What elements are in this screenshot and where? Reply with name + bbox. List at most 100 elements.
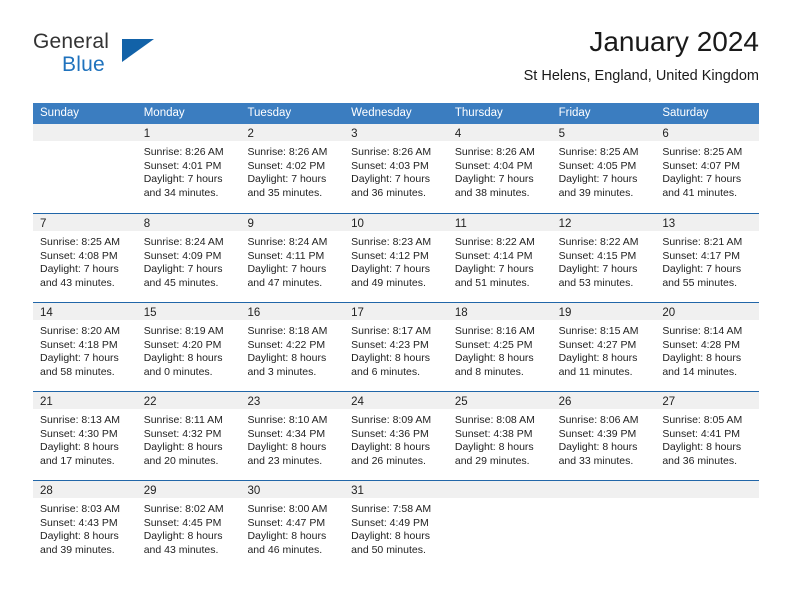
sunrise-text: Sunrise: 8:25 AM — [40, 236, 120, 248]
daylight-text-line1: Daylight: 8 hours — [558, 441, 638, 454]
daylight-text-line1: Daylight: 8 hours — [40, 530, 119, 543]
day-cell[interactable]: 30 Sunrise: 8:00 AM Sunset: 4:47 PM Dayligh… — [240, 481, 345, 569]
weekday-header-row: Sunday Monday Tuesday Wednesday Thursday… — [33, 103, 759, 124]
day-cell[interactable]: 28 Sunrise: 8:03 AM Sunset: 4:43 PM Dayligh… — [33, 481, 137, 569]
day-number: 24 — [351, 396, 364, 408]
day-cell[interactable]: 17 Sunrise: 8:17 AM Sunset: 4:23 PM Dayligh… — [344, 303, 448, 391]
daylight-text-line1: Daylight: 7 hours — [143, 173, 223, 186]
daylight-text-line2: and 55 minutes. — [662, 276, 738, 289]
general-blue-logo[interactable]: General Blue — [33, 30, 154, 82]
sunset-text: Sunset: 4:49 PM — [351, 516, 429, 529]
day-cell[interactable]: 13 Sunrise: 8:21 AM Sunset: 4:17 PM Dayligh… — [655, 214, 760, 302]
day-cell[interactable]: 19 Sunrise: 8:15 AM Sunset: 4:27 PM Dayligh… — [551, 303, 656, 391]
day-number-band: 12 — [551, 214, 656, 231]
day-details: Sunrise: 8:24 AM Sunset: 4:11 PM Daylight:… — [240, 231, 344, 290]
daylight-text-line2: and 23 minutes. — [247, 454, 323, 467]
daylight-text-line1: Daylight: 8 hours — [558, 352, 638, 365]
sunset-text: Sunset: 4:43 PM — [40, 516, 118, 529]
daylight-text-line1: Daylight: 8 hours — [247, 530, 327, 543]
day-cell[interactable]: 7 Sunrise: 8:25 AM Sunset: 4:08 PM Daylight… — [33, 214, 137, 302]
day-number: 31 — [351, 485, 364, 497]
day-cell[interactable]: 23 Sunrise: 8:10 AM Sunset: 4:34 PM Dayligh… — [240, 392, 345, 480]
day-cell[interactable]: 25 Sunrise: 8:08 AM Sunset: 4:38 PM Dayligh… — [447, 392, 552, 480]
day-cell[interactable]: 27 Sunrise: 8:05 AM Sunset: 4:41 PM Dayligh… — [655, 392, 760, 480]
day-number-band: 31 — [344, 481, 448, 498]
day-cell[interactable]: 22 Sunrise: 8:11 AM Sunset: 4:32 PM Dayligh… — [136, 392, 241, 480]
day-number-band: 13 — [655, 214, 760, 231]
daylight-text-line1: Daylight: 8 hours — [40, 441, 119, 454]
daylight-text-line2: and 47 minutes. — [247, 276, 323, 289]
day-number-band: 9 — [240, 214, 345, 231]
day-cell[interactable]: 4 Sunrise: 8:26 AM Sunset: 4:04 PM Daylight… — [447, 124, 552, 213]
day-cell[interactable]: 14 Sunrise: 8:20 AM Sunset: 4:18 PM Dayligh… — [33, 303, 137, 391]
day-details: Sunrise: 8:19 AM Sunset: 4:20 PM Daylight:… — [137, 320, 241, 379]
day-number: 8 — [143, 218, 151, 230]
daylight-text-line2: and 36 minutes. — [351, 186, 426, 199]
day-cell[interactable]: 18 Sunrise: 8:16 AM Sunset: 4:25 PM Dayligh… — [447, 303, 552, 391]
day-number: 19 — [558, 307, 572, 319]
page-header: General Blue January 2024 St Helens, Eng… — [33, 26, 759, 88]
day-number-band — [551, 481, 656, 498]
day-details: Sunrise: 8:25 AM Sunset: 4:08 PM Daylight:… — [33, 231, 137, 290]
sunrise-text: Sunrise: 8:25 AM — [662, 146, 743, 158]
day-details: Sunrise: 8:14 AM Sunset: 4:28 PM Daylight:… — [655, 320, 759, 379]
day-cell[interactable]: 2 Sunrise: 8:26 AM Sunset: 4:02 PM Daylight… — [240, 124, 345, 213]
sunset-text: Sunset: 4:05 PM — [558, 159, 637, 172]
sunset-text: Sunset: 4:20 PM — [143, 338, 222, 351]
day-number: 15 — [143, 307, 157, 319]
day-cell[interactable]: 8 Sunrise: 8:24 AM Sunset: 4:09 PM Daylight… — [136, 214, 241, 302]
day-number-band: 26 — [551, 392, 656, 409]
weekday-tuesday: Tuesday — [247, 107, 292, 119]
day-cell[interactable]: 5 Sunrise: 8:25 AM Sunset: 4:05 PM Daylight… — [551, 124, 656, 213]
calendar-grid: Sunday Monday Tuesday Wednesday Thursday… — [33, 103, 760, 569]
day-cell[interactable]: 11 Sunrise: 8:22 AM Sunset: 4:14 PM Dayligh… — [447, 214, 552, 302]
day-cell[interactable]: 6 Sunrise: 8:25 AM Sunset: 4:07 PM Daylight… — [655, 124, 760, 213]
day-details: Sunrise: 8:23 AM Sunset: 4:12 PM Daylight:… — [344, 231, 448, 290]
sunrise-text: Sunrise: 8:16 AM — [454, 325, 535, 337]
logo-text-blue: Blue — [62, 53, 105, 76]
sunrise-text: Sunrise: 8:23 AM — [351, 236, 432, 248]
daylight-text-line2: and 0 minutes. — [143, 365, 213, 378]
day-number: 21 — [40, 396, 53, 408]
daylight-text-line1: Daylight: 8 hours — [143, 352, 223, 365]
day-cell[interactable]: 26 Sunrise: 8:06 AM Sunset: 4:39 PM Dayligh… — [551, 392, 656, 480]
day-cell[interactable]: 29 Sunrise: 8:02 AM Sunset: 4:45 PM Dayligh… — [136, 481, 241, 569]
day-number-band: 1 — [136, 124, 241, 141]
day-cell[interactable]: 16 Sunrise: 8:18 AM Sunset: 4:22 PM Dayligh… — [240, 303, 345, 391]
sunrise-text: Sunrise: 8:20 AM — [40, 325, 120, 337]
day-cell[interactable]: 1 Sunrise: 8:26 AM Sunset: 4:01 PM Daylight… — [136, 124, 241, 213]
day-cell[interactable]: 20 Sunrise: 8:14 AM Sunset: 4:28 PM Dayligh… — [655, 303, 760, 391]
sunrise-text: Sunrise: 8:26 AM — [351, 146, 432, 158]
daylight-text-line2: and 11 minutes. — [558, 365, 633, 378]
day-number: 22 — [143, 396, 157, 408]
day-number-band: 24 — [344, 392, 448, 409]
day-number-band: 6 — [655, 124, 760, 141]
day-details: Sunrise: 8:22 AM Sunset: 4:15 PM Daylight:… — [552, 231, 656, 290]
daylight-text-line1: Daylight: 7 hours — [454, 173, 534, 186]
day-cell[interactable]: 31 Sunrise: 7:58 AM Sunset: 4:49 PM Dayligh… — [344, 481, 448, 569]
sunset-text: Sunset: 4:34 PM — [247, 427, 326, 440]
day-number: 13 — [662, 218, 676, 230]
day-cell[interactable]: 12 Sunrise: 8:22 AM Sunset: 4:15 PM Dayligh… — [551, 214, 656, 302]
day-cell[interactable]: 3 Sunrise: 8:26 AM Sunset: 4:03 PM Daylight… — [344, 124, 448, 213]
title-block: January 2024 St Helens, England, United … — [524, 26, 759, 86]
day-number-band: 14 — [33, 303, 137, 320]
sunset-text: Sunset: 4:45 PM — [143, 516, 222, 529]
sunrise-text: Sunrise: 8:17 AM — [351, 325, 432, 337]
day-cell[interactable]: 21 Sunrise: 8:13 AM Sunset: 4:30 PM Dayligh… — [33, 392, 137, 480]
day-number: 3 — [351, 128, 358, 140]
day-number: 9 — [247, 218, 254, 230]
day-cell[interactable]: 9 Sunrise: 8:24 AM Sunset: 4:11 PM Daylight… — [240, 214, 345, 302]
daylight-text-line2: and 39 minutes. — [558, 186, 634, 199]
day-number-band: 21 — [33, 392, 137, 409]
day-details: Sunrise: 8:11 AM Sunset: 4:32 PM Daylight:… — [137, 409, 241, 468]
day-details: Sunrise: 8:09 AM Sunset: 4:36 PM Daylight:… — [344, 409, 448, 468]
sunrise-text: Sunrise: 8:24 AM — [143, 236, 224, 248]
sunset-text: Sunset: 4:17 PM — [662, 249, 740, 262]
daylight-text-line2: and 50 minutes. — [351, 543, 426, 556]
day-number: 29 — [143, 485, 157, 497]
day-cell[interactable]: 10 Sunrise: 8:23 AM Sunset: 4:12 PM Dayligh… — [344, 214, 448, 302]
day-cell[interactable]: 15 Sunrise: 8:19 AM Sunset: 4:20 PM Dayligh… — [136, 303, 241, 391]
day-cell[interactable]: 24 Sunrise: 8:09 AM Sunset: 4:36 PM Dayligh… — [344, 392, 448, 480]
daylight-text-line2: and 17 minutes. — [40, 454, 115, 467]
